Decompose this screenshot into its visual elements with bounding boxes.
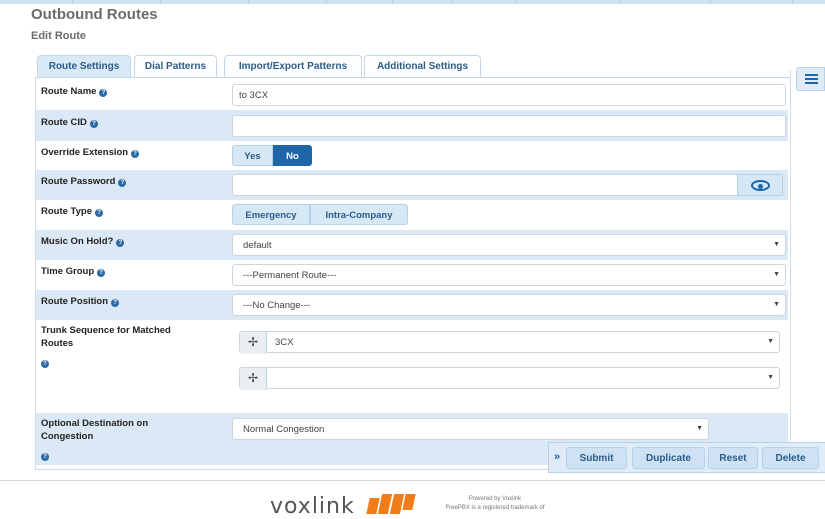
- caret-down-icon: ▼: [773, 271, 780, 278]
- footer-credits: Powered by Voxlink FreePBX is a register…: [445, 496, 545, 511]
- time-group-select[interactable]: ---Permanent Route--- ▼: [232, 264, 786, 286]
- music-on-hold-label: Music On Hold??: [41, 235, 125, 248]
- tab-import-export-patterns[interactable]: Import/Export Patterns: [224, 55, 362, 78]
- optional-destination-help: ?: [41, 449, 49, 462]
- route-cid-input[interactable]: [232, 115, 786, 137]
- row-music-on-hold: Music On Hold?? default ▼: [36, 230, 788, 260]
- route-position-label: Route Position?: [41, 295, 120, 308]
- row-route-position: Route Position? ---No Change--- ▼: [36, 290, 788, 320]
- route-password-label: Route Password?: [41, 175, 127, 188]
- route-name-label: Route Name?: [41, 85, 108, 98]
- panel-edge: [790, 70, 791, 94]
- row-trunk-sequence: Trunk Sequence for Matched Routes ? ✢ 3C…: [36, 320, 788, 412]
- help-icon[interactable]: ?: [95, 209, 104, 217]
- caret-down-icon: ▼: [773, 241, 780, 248]
- route-position-select[interactable]: ---No Change--- ▼: [232, 294, 786, 316]
- route-type-label: Route Type?: [41, 205, 104, 218]
- caret-down-icon: ▼: [696, 425, 703, 432]
- row-route-name: Route Name? to 3CX: [36, 80, 788, 110]
- sidebar-toggle-button[interactable]: [796, 67, 825, 91]
- top-nav-bar: [0, 0, 825, 4]
- expand-chevron-icon[interactable]: »: [554, 451, 560, 463]
- override-extension-label: Override Extension?: [41, 146, 140, 159]
- row-route-password: Route Password?: [36, 170, 788, 200]
- help-icon[interactable]: ?: [116, 239, 125, 247]
- intra-company-button[interactable]: Intra-Company: [310, 204, 408, 225]
- drag-handle-icon[interactable]: ✢: [240, 332, 267, 354]
- trunk-select-2[interactable]: ✢ ▼: [239, 367, 780, 390]
- override-yes-button[interactable]: Yes: [232, 145, 273, 166]
- trunk-sequence-label: Trunk Sequence for Matched Routes: [41, 325, 171, 349]
- help-icon[interactable]: ?: [41, 453, 49, 461]
- optional-destination-label: Optional Destination on Congestion: [41, 418, 149, 442]
- duplicate-button[interactable]: Duplicate: [632, 447, 705, 469]
- help-icon[interactable]: ?: [97, 269, 106, 277]
- time-group-label: Time Group?: [41, 265, 106, 278]
- submit-button[interactable]: Submit: [566, 447, 627, 469]
- row-route-type: Route Type? Emergency Intra-Company: [36, 200, 788, 230]
- action-bar: » Submit Duplicate Reset Delete: [548, 442, 825, 473]
- row-override-extension: Override Extension? Yes No: [36, 141, 788, 170]
- page-subtitle: Edit Route: [31, 30, 86, 42]
- show-password-button[interactable]: [737, 174, 783, 196]
- caret-down-icon: ▼: [767, 338, 774, 345]
- footer-divider: [0, 480, 825, 481]
- eye-icon: [751, 180, 770, 191]
- tab-dial-patterns[interactable]: Dial Patterns: [134, 55, 217, 78]
- help-icon[interactable]: ?: [111, 299, 120, 307]
- help-icon[interactable]: ?: [99, 89, 108, 97]
- route-cid-label: Route CID?: [41, 116, 98, 129]
- reset-button[interactable]: Reset: [708, 447, 758, 469]
- route-name-input[interactable]: to 3CX: [232, 84, 786, 106]
- row-time-group: Time Group? ---Permanent Route--- ▼: [36, 260, 788, 290]
- trunk-sequence-help: ?: [41, 356, 49, 369]
- caret-down-icon: ▼: [767, 374, 774, 381]
- route-password-input[interactable]: [232, 174, 738, 196]
- delete-button[interactable]: Delete: [762, 447, 819, 469]
- trunk-select-1[interactable]: ✢ 3CX ▼: [239, 331, 780, 354]
- tab-route-settings[interactable]: Route Settings: [37, 55, 131, 78]
- route-type-toggle: Emergency Intra-Company: [232, 204, 408, 225]
- music-on-hold-select[interactable]: default ▼: [232, 234, 786, 256]
- list-icon: [805, 74, 818, 85]
- optional-destination-select[interactable]: Normal Congestion ▼: [232, 418, 709, 440]
- emergency-button[interactable]: Emergency: [232, 204, 310, 225]
- help-icon[interactable]: ?: [89, 120, 98, 128]
- help-icon[interactable]: ?: [41, 360, 49, 368]
- caret-down-icon: ▼: [773, 301, 780, 308]
- page-title: Outbound Routes: [31, 6, 158, 23]
- help-icon[interactable]: ?: [118, 179, 127, 187]
- voxlink-logo-mark: [366, 494, 416, 514]
- override-no-button[interactable]: No: [273, 145, 312, 166]
- row-route-cid: Route CID?: [36, 110, 788, 141]
- drag-handle-icon[interactable]: ✢: [240, 368, 267, 390]
- tab-additional-settings[interactable]: Additional Settings: [364, 55, 481, 78]
- help-icon[interactable]: ?: [131, 150, 140, 158]
- override-extension-toggle: Yes No: [232, 145, 312, 166]
- voxlink-logo: voxlink: [270, 494, 355, 519]
